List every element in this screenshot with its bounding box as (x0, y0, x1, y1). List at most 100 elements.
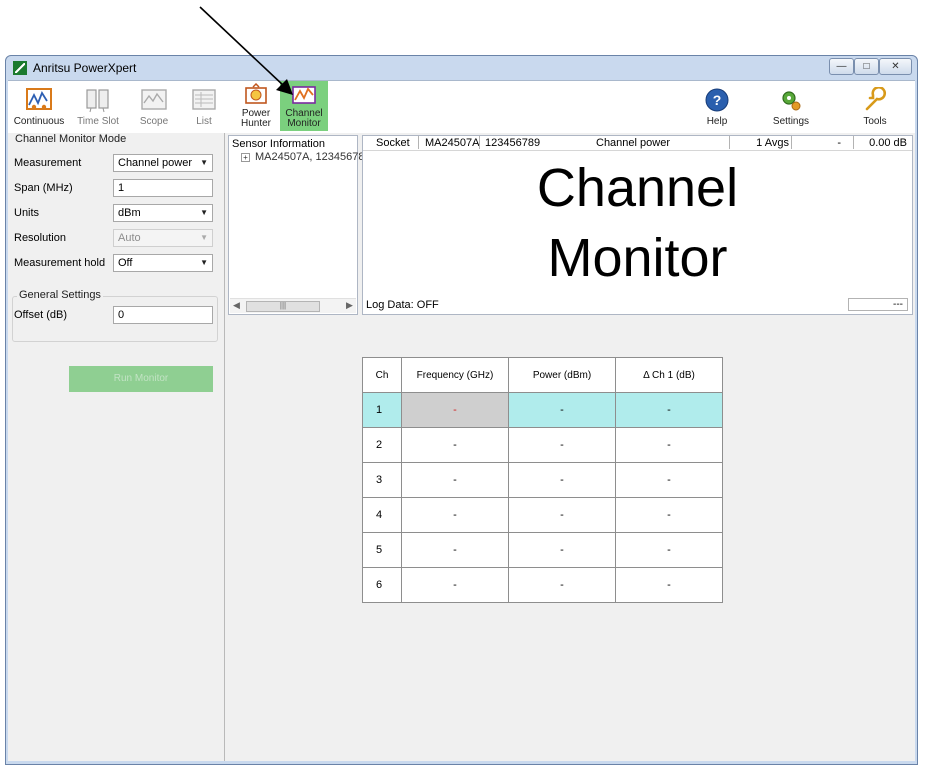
channel-monitor-icon (292, 86, 316, 104)
status-dash: - (837, 137, 841, 149)
cell-frequency[interactable]: - (401, 427, 509, 463)
averages-readout: 1 Avgs (756, 137, 789, 149)
measurement-header: Socket MA24507A 123456789 Channel power … (363, 136, 912, 151)
cell-power: - (508, 532, 616, 568)
cell-delta: - (615, 462, 723, 498)
cell-power: - (508, 497, 616, 533)
header-divider (729, 136, 730, 149)
sensor-tree-node[interactable]: + MA24507A, 12345678 (241, 151, 364, 163)
measurement-select[interactable]: Channel power (113, 154, 213, 172)
minimize-button[interactable]: — (829, 58, 854, 75)
span-input[interactable]: 1 (113, 179, 213, 197)
measurement-display: Socket MA24507A 123456789 Channel power … (362, 135, 913, 315)
time-slot-button[interactable]: Time Slot (70, 81, 126, 131)
continuous-icon (26, 88, 52, 110)
measurement-mode: Channel power (596, 137, 670, 149)
col-delta: Δ Ch 1 (dB) (615, 357, 723, 393)
table-row[interactable]: 1 - - - (362, 392, 723, 428)
cell-delta: - (615, 567, 723, 603)
resolution-label: Resolution (14, 232, 66, 244)
measurement-hold-label: Measurement hold (14, 257, 106, 269)
table-row[interactable]: 5 - - - (362, 532, 723, 568)
header-divider (418, 136, 419, 149)
sensor-model: MA24507A (425, 137, 480, 149)
settings-panel: Channel Monitor Mode Measurement Channel… (8, 133, 225, 761)
table-row[interactable]: 4 - - - (362, 497, 723, 533)
cell-ch: 3 (362, 462, 402, 498)
col-ch: Ch (362, 357, 402, 393)
tools-button[interactable]: Tools (852, 81, 898, 131)
header-divider (479, 136, 480, 149)
maximize-button[interactable]: □ (854, 58, 879, 75)
small-readout: --- (848, 298, 908, 311)
svg-text:?: ? (713, 92, 722, 108)
channel-monitor-mode-title: Channel Monitor Mode (13, 133, 129, 145)
app-window: Anritsu PowerXpert — □ ✕ Continuous Time… (5, 55, 918, 765)
close-button[interactable]: ✕ (879, 58, 912, 75)
tools-icon (865, 87, 886, 111)
channel-monitor-label: Channel Monitor (285, 108, 323, 129)
expand-icon[interactable]: + (241, 152, 250, 162)
cell-ch: 1 (362, 392, 402, 428)
cell-power: - (508, 462, 616, 498)
sensor-node-label: MA24507A, 12345678 (255, 151, 365, 163)
measurement-label: Measurement (14, 157, 82, 169)
log-data-status: Log Data: OFF (366, 299, 439, 311)
offset-input[interactable]: 0 (113, 306, 213, 324)
measurement-hold-select[interactable]: Off (113, 254, 213, 272)
list-label: List (196, 116, 212, 127)
units-label: Units (14, 207, 40, 219)
list-button[interactable]: List (182, 81, 226, 131)
cell-frequency[interactable]: - (401, 567, 509, 603)
scroll-right-icon[interactable]: ▶ (346, 300, 353, 311)
cell-frequency[interactable]: - (401, 462, 509, 498)
run-monitor-button[interactable]: Run Monitor (69, 366, 213, 392)
power-hunter-icon (245, 83, 267, 104)
table-header-row: Ch Frequency (GHz) Power (dBm) Δ Ch 1 (d… (362, 357, 723, 393)
cell-delta: - (615, 532, 723, 568)
table-row[interactable]: 3 - - - (362, 462, 723, 498)
sensor-information-title: Sensor Information (232, 138, 325, 150)
general-settings-title: General Settings (17, 289, 103, 301)
cell-frequency[interactable]: - (401, 392, 509, 428)
tools-label: Tools (863, 116, 887, 127)
cell-frequency[interactable]: - (401, 497, 509, 533)
cell-power: - (508, 427, 616, 463)
power-hunter-button[interactable]: Power Hunter (234, 81, 278, 131)
help-icon: ? (705, 88, 729, 112)
scope-button[interactable]: Scope (126, 81, 182, 131)
col-frequency: Frequency (GHz) (401, 357, 509, 393)
resolution-select: Auto (113, 229, 213, 247)
channel-monitor-button[interactable]: Channel Monitor (280, 81, 328, 131)
time-slot-label: Time Slot (77, 116, 119, 127)
settings-button[interactable]: Settings (768, 81, 814, 131)
cell-delta: - (615, 427, 723, 463)
channel-table: Ch Frequency (GHz) Power (dBm) Δ Ch 1 (d… (362, 357, 723, 603)
info-area: Sensor Information + MA24507A, 12345678 ◀… (228, 135, 913, 317)
big-readout-line2: Monitor (547, 228, 728, 288)
window-title: Anritsu PowerXpert (33, 61, 137, 75)
list-icon (192, 89, 216, 110)
time-slot-icon (86, 89, 109, 113)
continuous-button[interactable]: Continuous (8, 81, 70, 131)
horizontal-scrollbar[interactable]: ◀ ||| ▶ (230, 298, 356, 313)
scope-icon (141, 89, 167, 110)
cell-power: - (508, 392, 616, 428)
units-select[interactable]: dBm (113, 204, 213, 222)
main-content: Channel Monitor Mode Measurement Channel… (8, 133, 915, 761)
offset-label: Offset (dB) (14, 309, 67, 321)
table-row[interactable]: 2 - - - (362, 427, 723, 463)
cell-frequency[interactable]: - (401, 532, 509, 568)
cell-delta: - (615, 497, 723, 533)
help-button[interactable]: ? Help (694, 81, 740, 131)
sensor-serial: 123456789 (485, 137, 541, 149)
table-row[interactable]: 6 - - - (362, 567, 723, 603)
anritsu-logo-icon (13, 61, 27, 75)
scroll-thumb[interactable]: ||| (246, 301, 320, 312)
cell-delta: - (615, 392, 723, 428)
header-divider (791, 136, 792, 149)
scroll-left-icon[interactable]: ◀ (233, 300, 240, 311)
cell-ch: 5 (362, 532, 402, 568)
col-power: Power (dBm) (508, 357, 616, 393)
settings-icon (782, 91, 801, 111)
